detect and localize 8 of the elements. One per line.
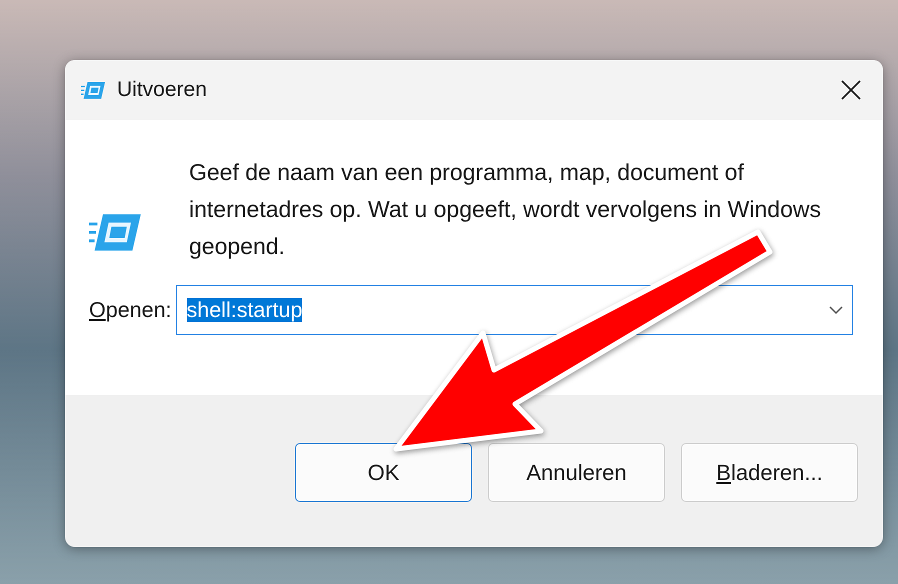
run-icon — [81, 80, 107, 100]
open-label: Openen: — [89, 298, 172, 322]
chevron-down-icon — [828, 305, 844, 315]
dialog-button[interactable]: OK — [295, 443, 472, 502]
instruction-text: Geef de naam van een programma, map, document of internetadres op. Wat u opgeeft, wordt vervolgens in Windows geopend. — [189, 158, 822, 261]
dialog-button[interactable]: Bladeren... — [681, 443, 858, 502]
window-title: Uitvoeren — [117, 78, 208, 102]
dialog-button[interactable]: Annuleren — [488, 443, 665, 502]
